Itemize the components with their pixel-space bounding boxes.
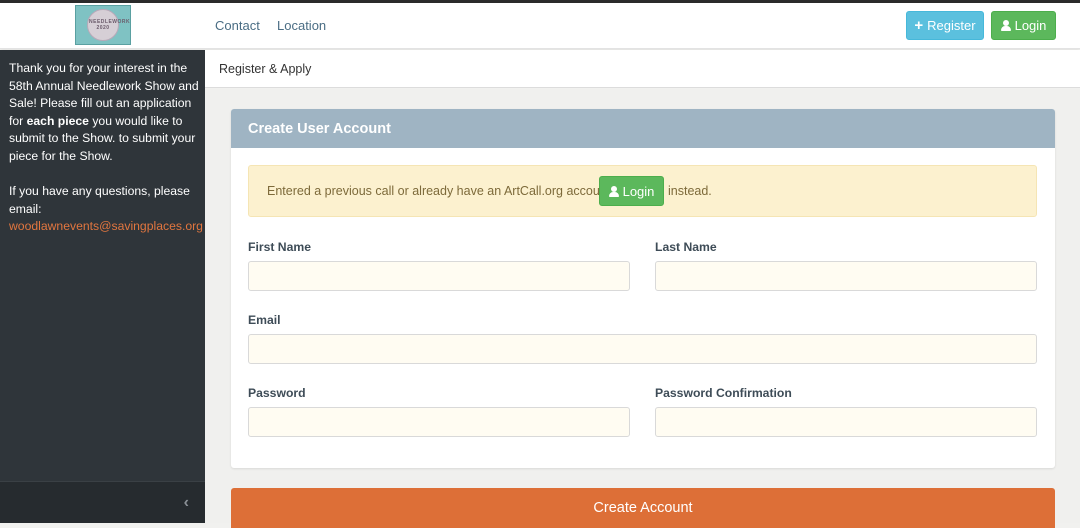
user-icon [1000,20,1011,31]
sidebar: Thank you for your interest in the 58th … [0,50,205,523]
register-button[interactable]: + Register [906,11,984,40]
email-label: Email [248,313,281,327]
logo-emblem: NEEDLEWORK 2020 [87,9,131,41]
sidebar-info: Thank you for your interest in the 58th … [9,60,203,236]
breadcrumb-item: Register & Apply [219,62,312,76]
password-confirmation-field[interactable] [655,407,1037,437]
first-name-label: First Name [248,240,311,254]
password-label: Password [248,386,306,400]
logo-text: NEEDLEWORK 2020 [89,19,131,31]
nav-link-contact[interactable]: Contact [215,18,260,33]
create-account-label: Create Account [593,500,693,516]
breadcrumb: Register & Apply [205,50,1080,88]
site-logo[interactable]: NEEDLEWORK 2020 [75,5,131,45]
alert-message: Entered a previous call or already have … [267,184,618,198]
card-header: Create User Account [231,109,1055,148]
register-button-label: Register [927,18,976,33]
alert-login-button[interactable]: Login [599,176,664,206]
sidebar-questions: If you have any questions, please email: [9,184,190,216]
sidebar-intro-bold: each piece [26,113,89,128]
password-field[interactable] [248,407,630,437]
login-button[interactable]: Login [991,11,1056,40]
sidebar-intro: Thank you for your interest in the 58th … [9,60,201,166]
first-name-field[interactable] [248,261,630,291]
contact-email-link[interactable]: woodlawnevents@savingplaces.org [9,219,203,233]
alert-login-label: Login [622,183,655,199]
create-account-button[interactable]: Create Account [231,488,1055,528]
plus-icon: + [914,17,924,34]
user-icon [608,185,619,197]
login-button-label: Login [1014,18,1047,33]
nav-link-location[interactable]: Location [277,18,326,33]
last-name-label: Last Name [655,240,717,254]
password-confirmation-label: Password Confirmation [655,386,792,400]
chevron-left-icon[interactable]: ‹ [184,494,189,512]
email-field[interactable] [248,334,1037,364]
card-title: Create User Account [248,121,391,137]
alert-suffix: instead. [668,184,712,198]
existing-account-alert: Entered a previous call or already have … [248,165,1037,217]
sidebar-footer: ‹ [0,481,205,523]
top-navbar: NEEDLEWORK 2020 Contact Location + Regis… [0,3,1080,49]
last-name-field[interactable] [655,261,1037,291]
create-account-card: Create User Account Entered a previous c… [231,109,1055,468]
